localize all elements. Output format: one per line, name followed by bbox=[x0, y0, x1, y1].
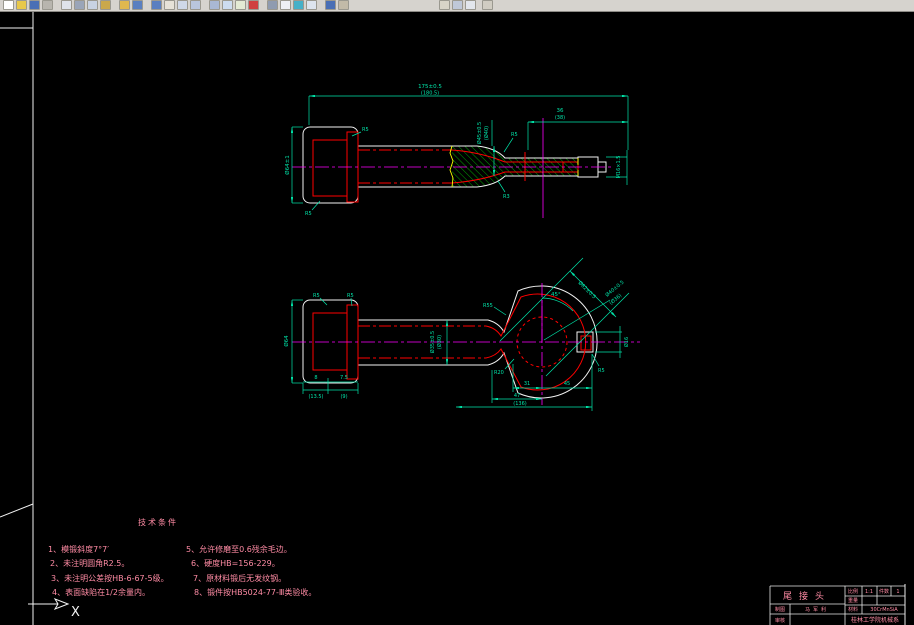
layers-icon[interactable] bbox=[222, 0, 233, 10]
checked-label: 审核 bbox=[775, 617, 785, 624]
dim-47: 47 bbox=[514, 393, 520, 399]
leader-r5-stub: R5 bbox=[598, 368, 605, 374]
dim-head-width: Ø64 bbox=[283, 335, 290, 347]
cad-application-window: 175±0.5 (180.5) 36 (38) Ø64±1 Ø45±0.5 (Ø… bbox=[0, 0, 914, 625]
notes-title: 技术条件 bbox=[138, 517, 178, 527]
material-value: 30CrMnSiA bbox=[870, 607, 898, 613]
undo-icon[interactable] bbox=[132, 0, 143, 10]
dim-dia35: Ø35±0.5 bbox=[429, 331, 436, 353]
copy-icon[interactable] bbox=[87, 0, 98, 10]
redo-icon[interactable] bbox=[151, 0, 162, 10]
top-view: 175±0.5 (180.5) 36 (38) Ø64±1 Ø45±0.5 (Ø… bbox=[284, 84, 629, 218]
dim-mid-diameter: Ø45±0.5 bbox=[476, 122, 483, 144]
new-file-icon[interactable] bbox=[3, 0, 14, 10]
bottom-view-dimensions: Ø64 8 7.5 (13.5) (9) Ø35±0.5 (Ø30) 45° Ø… bbox=[283, 257, 630, 411]
osnap-icon[interactable] bbox=[439, 0, 450, 10]
dim-8-ref: (13.5) bbox=[308, 394, 323, 400]
linetype-icon[interactable] bbox=[267, 0, 278, 10]
open-icon[interactable] bbox=[16, 0, 27, 10]
zoom-window-icon[interactable] bbox=[190, 0, 201, 10]
qty-label: 件数 bbox=[879, 588, 889, 595]
leader-r5-head1: R5 bbox=[313, 293, 320, 299]
cut-icon[interactable] bbox=[74, 0, 85, 10]
leader-r3-neck: R3 bbox=[503, 194, 510, 200]
toolbox-icon[interactable] bbox=[338, 0, 349, 10]
note-2: 2、未注明圆角R2.5。 bbox=[50, 558, 129, 568]
note-1: 1、模锻斜度7°7′ bbox=[48, 544, 109, 554]
dim-thread: M16×1.5 bbox=[616, 156, 622, 179]
model-tab-icon[interactable] bbox=[452, 0, 463, 10]
zoom-realtime-icon[interactable] bbox=[177, 0, 188, 10]
print-icon[interactable] bbox=[42, 0, 53, 10]
drawn-by: 马军利 bbox=[805, 606, 829, 613]
dim-31: 31 bbox=[524, 381, 530, 387]
dim-head-diameter: Ø64±1 bbox=[284, 155, 291, 174]
bottom-view-centerlines bbox=[292, 283, 640, 405]
leader-r5-head2: R5 bbox=[347, 293, 354, 299]
drawing-area: 175±0.5 (180.5) 36 (38) Ø64±1 Ø45±0.5 (Ø… bbox=[0, 12, 906, 625]
toolbar bbox=[0, 0, 914, 12]
paste-icon[interactable] bbox=[100, 0, 111, 10]
note-6: 6、硬度HB=156-229。 bbox=[191, 558, 280, 568]
save-icon[interactable] bbox=[29, 0, 40, 10]
pan-icon[interactable] bbox=[164, 0, 175, 10]
table-icon[interactable] bbox=[306, 0, 317, 10]
leader-r55: R55 bbox=[483, 303, 493, 309]
note-4: 4、表面缺陷在1/2余量内。 bbox=[52, 587, 150, 597]
title-block: 尾接头 制图 马军利 审核 比例 1:1 件数 1 重量 材料 30CrMnSi… bbox=[769, 585, 906, 625]
dim-36: 36 bbox=[557, 108, 564, 114]
note-3: 3、未注明公差按HB-6-67-5级。 bbox=[51, 573, 169, 583]
dim-45: 45 bbox=[564, 381, 570, 387]
dim-angle-45: 45° bbox=[551, 292, 561, 298]
qty-value: 1 bbox=[896, 589, 899, 595]
color-control-icon[interactable] bbox=[248, 0, 259, 10]
material-label: 材料 bbox=[848, 606, 858, 613]
note-8: 8、锻件按HB5024-77-Ⅲ类验收。 bbox=[194, 587, 316, 597]
leader-r5-head-bottom: R5 bbox=[305, 211, 312, 217]
drawn-label: 制图 bbox=[775, 606, 785, 613]
leader-r5-head-top: R5 bbox=[362, 127, 369, 133]
cad-canvas[interactable]: 175±0.5 (180.5) 36 (38) Ø64±1 Ø45±0.5 (Ø… bbox=[0, 12, 914, 625]
scale-label: 比例 bbox=[848, 588, 858, 595]
text-style-icon[interactable] bbox=[280, 0, 291, 10]
help-icon[interactable] bbox=[482, 0, 493, 10]
layout-icon[interactable] bbox=[465, 0, 476, 10]
scale-value: 1:1 bbox=[865, 589, 873, 595]
dim-overall-length: 175±0.5 bbox=[418, 84, 442, 90]
layer-properties-icon[interactable] bbox=[235, 0, 246, 10]
preview-icon[interactable] bbox=[61, 0, 72, 10]
zoom-previous-icon[interactable] bbox=[209, 0, 220, 10]
match-props-icon[interactable] bbox=[119, 0, 130, 10]
leader-r20: R20 bbox=[494, 370, 504, 376]
properties-icon[interactable] bbox=[325, 0, 336, 10]
leader-r5-neck: R5 bbox=[511, 132, 518, 138]
dim-75-ref: (9) bbox=[340, 394, 347, 400]
dim-dia35-ref: (Ø30) bbox=[436, 335, 443, 349]
dim-overall-length-ref: (180.5) bbox=[421, 91, 439, 97]
dim-36-ref: (38) bbox=[555, 115, 565, 121]
part-name: 尾接头 bbox=[783, 590, 831, 602]
dim-136: (136) bbox=[513, 401, 526, 407]
dim-8: 8 bbox=[314, 375, 317, 381]
technical-notes: 技术条件 1、模锻斜度7°7′ 2、未注明圆角R2.5。 3、未注明公差按HB-… bbox=[48, 517, 316, 597]
weight-label: 重量 bbox=[848, 597, 858, 604]
organization: 桂林工学院机械系 bbox=[851, 616, 899, 624]
dim-75: 7.5 bbox=[340, 375, 348, 381]
ucs-icon: X bbox=[28, 598, 80, 620]
dim-style-icon[interactable] bbox=[293, 0, 304, 10]
bottom-view: Ø64 8 7.5 (13.5) (9) Ø35±0.5 (Ø30) 45° Ø… bbox=[283, 257, 640, 411]
ucs-x-axis-label: X bbox=[71, 605, 80, 620]
sheet-frame bbox=[0, 12, 906, 625]
dim-diagonal: Ø62±0.5 bbox=[577, 279, 598, 300]
note-5: 5、允许修磨至0.6残余毛边。 bbox=[186, 544, 292, 554]
dim-mid-diameter-ref: (Ø40) bbox=[483, 126, 490, 140]
note-7: 7、原材料锻后无发纹钢。 bbox=[193, 573, 286, 583]
dim-dia16: Ø16 bbox=[623, 337, 630, 347]
